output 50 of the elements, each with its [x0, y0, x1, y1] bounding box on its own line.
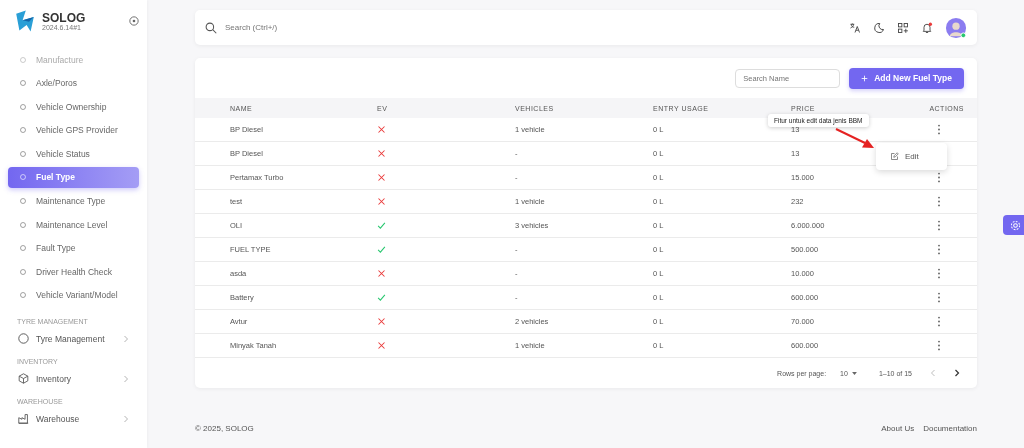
footer-link[interactable]: About Us [881, 424, 915, 433]
settings-button[interactable] [1003, 215, 1024, 235]
sidebar-item[interactable]: Vehicle GPS Provider [8, 119, 139, 141]
sidebar-item[interactable]: Fuel Type [8, 166, 139, 188]
more-icon[interactable] [937, 172, 941, 183]
more-icon[interactable] [937, 268, 941, 279]
settings-icon [1009, 219, 1021, 231]
chevron-right-icon [123, 374, 129, 383]
apps-icon[interactable] [897, 21, 909, 34]
sidebar-item[interactable]: Driver Health Check [8, 261, 139, 283]
sidebar-item[interactable]: Vehicle Status [8, 143, 139, 165]
sidebar-item[interactable]: Vehicle Ownership [8, 96, 139, 118]
factory-icon [18, 413, 29, 425]
logo-icon [13, 9, 37, 33]
sidebar-item[interactable]: Tyre Management [8, 328, 139, 349]
translate-icon[interactable] [849, 21, 861, 34]
more-icon[interactable] [937, 244, 941, 255]
sidebar-item[interactable]: Maintenance Type [8, 190, 139, 212]
sidebar-item[interactable]: Vehicle Variant/Model [8, 284, 139, 306]
edit-icon [890, 152, 899, 161]
brand-name: SOLOG [42, 11, 87, 24]
sidebar-item[interactable]: Axle/Poros [8, 72, 139, 94]
notification-icon[interactable] [921, 21, 933, 34]
chevron-right-icon [123, 414, 129, 423]
pointer-arrow [835, 128, 875, 150]
more-icon[interactable] [937, 124, 941, 135]
copyright: © 2025, SOLOG [195, 424, 254, 433]
more-icon[interactable] [937, 196, 941, 207]
toggle-sidebar-icon[interactable] [129, 16, 139, 26]
sidebar-item[interactable]: Fault Type [8, 237, 139, 259]
caret-icon [851, 371, 857, 375]
more-icon[interactable] [937, 340, 941, 351]
next-page-icon[interactable] [954, 369, 960, 377]
more-icon[interactable] [937, 292, 941, 303]
search-icon [205, 21, 217, 34]
more-icon[interactable] [937, 316, 941, 327]
sidebar-item[interactable]: Maintenance Level [8, 214, 139, 236]
avatar[interactable] [945, 16, 967, 39]
moon-icon[interactable] [873, 21, 885, 34]
cube-icon [18, 373, 29, 385]
edit-menu-item[interactable]: Edit [876, 152, 919, 161]
plus-icon [861, 74, 869, 82]
search-bar[interactable]: Search (Ctrl+/) [195, 10, 977, 45]
sidebar-item[interactable]: Warehouse [8, 408, 139, 429]
sidebar-item[interactable]: Inventory [8, 368, 139, 389]
circle-icon [18, 333, 29, 345]
add-fuel-type-button[interactable]: Add New Fuel Type [849, 67, 964, 89]
more-icon[interactable] [937, 220, 941, 231]
footer-link[interactable]: Documentation [923, 424, 977, 433]
chevron-right-icon [123, 334, 129, 343]
